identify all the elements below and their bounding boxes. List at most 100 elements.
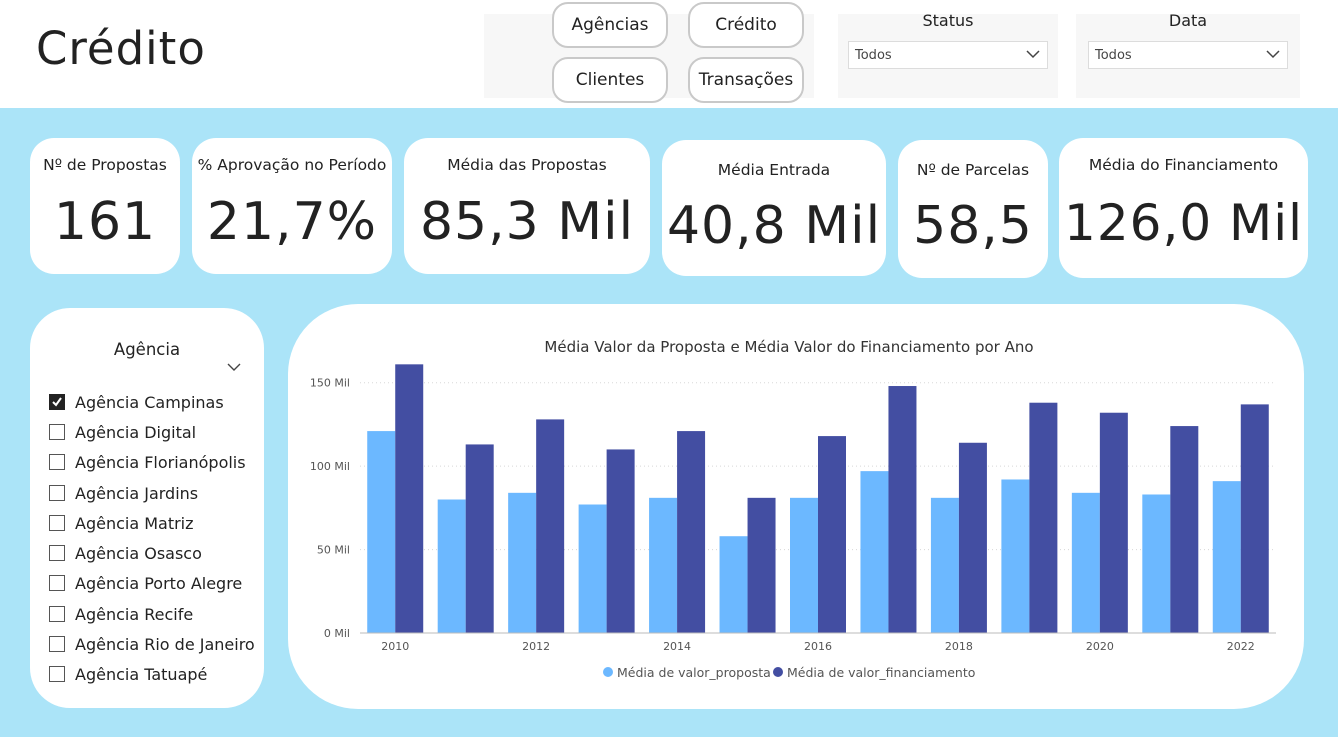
bar-financiamento[interactable] (677, 431, 706, 633)
kpi-value: 85,3 Mil (419, 192, 635, 252)
x-tick-label: 2010 (381, 640, 409, 653)
bar-proposta[interactable] (508, 492, 537, 633)
bar-financiamento[interactable] (1029, 402, 1058, 633)
bar-financiamento[interactable] (958, 442, 987, 633)
agency-option[interactable]: Agência Digital (49, 421, 196, 443)
legend-swatch (773, 667, 783, 677)
status-dropdown[interactable]: Todos (848, 41, 1048, 69)
x-tick-label: 2014 (663, 640, 691, 653)
agency-option-label: Agência Porto Alegre (75, 573, 243, 593)
bar-financiamento[interactable] (818, 436, 846, 633)
kpi-value: 126,0 Mil (1064, 194, 1303, 252)
kpi-card-aprovacao: % Aprovação no Período 21,7% (192, 138, 392, 274)
legend-label[interactable]: Média de valor_proposta (617, 665, 771, 680)
checkbox[interactable] (49, 515, 65, 531)
bar-proposta[interactable] (930, 497, 959, 633)
chevron-down-icon (1026, 50, 1040, 59)
agency-slicer: Agência Agência Campinas Agência Digital A… (30, 308, 264, 708)
agency-option-label: Agência Jardins (75, 483, 199, 503)
bar-financiamento[interactable] (395, 364, 424, 633)
top-bar: Crédito Agências Crédito Clientes Transa… (0, 0, 1338, 108)
legend-swatch (603, 667, 613, 677)
bar-proposta[interactable] (719, 536, 748, 633)
kpi-value: 40,8 Mil (666, 196, 882, 256)
kpi-value: 21,7% (206, 192, 378, 252)
y-tick-label: 0 Mil (324, 627, 350, 640)
status-filter-label: Status (922, 11, 974, 30)
agency-option-label: Agência Digital (75, 422, 197, 442)
bar-financiamento[interactable] (1240, 404, 1269, 633)
kpi-label: Nº de Propostas (43, 156, 167, 174)
agency-option[interactable]: Agência Osasco (49, 542, 202, 564)
x-tick-label: 2020 (1086, 640, 1114, 653)
bar-financiamento[interactable] (606, 449, 635, 633)
x-tick-label: 2016 (804, 640, 832, 653)
kpi-label: Média das Propostas (447, 156, 607, 174)
checkbox[interactable] (49, 636, 65, 652)
agency-option[interactable]: Agência Porto Alegre (49, 572, 242, 594)
x-tick-label: 2012 (522, 640, 550, 653)
bar-proposta[interactable] (578, 504, 607, 633)
kpi-label: Média do Financiamento (1088, 156, 1279, 174)
agency-option[interactable]: Agência Recife (49, 603, 193, 625)
agency-option[interactable]: Agência Campinas (49, 391, 224, 413)
bar-proposta[interactable] (649, 497, 678, 633)
agencias-button[interactable]: Agências (552, 2, 668, 48)
bar-proposta[interactable] (437, 499, 466, 634)
page-title: Crédito (36, 22, 206, 75)
legend-label[interactable]: Média de valor_financiamento (787, 665, 975, 680)
agency-option-label: Agência Campinas (75, 392, 224, 412)
kpi-card-media-financiamento: Média do Financiamento 126,0 Mil (1059, 138, 1308, 278)
kpi-card-propostas: Nº de Propostas 161 (30, 138, 180, 274)
bar-financiamento[interactable] (888, 386, 917, 633)
agency-option-label: Agência Osasco (75, 543, 202, 563)
bar-proposta[interactable] (790, 497, 818, 633)
bar-proposta[interactable] (1001, 479, 1030, 633)
checkbox[interactable] (49, 545, 65, 561)
bar-chart: Média Valor da Proposta e Média Valor do… (310, 338, 1276, 680)
agency-option-label: Agência Florianópolis (75, 452, 246, 472)
agency-option[interactable]: Agência Jardins (49, 482, 198, 504)
checkbox[interactable] (49, 666, 65, 682)
chevron-down-icon[interactable] (227, 360, 241, 374)
agency-option-label: Agência Rio de Janeiro (75, 634, 255, 654)
bar-financiamento[interactable] (536, 419, 565, 633)
bar-proposta[interactable] (1142, 494, 1171, 633)
bar-financiamento[interactable] (1099, 412, 1128, 633)
agency-option[interactable]: Agência Rio de Janeiro (49, 633, 255, 655)
checkbox[interactable] (49, 424, 65, 440)
bar-financiamento[interactable] (747, 497, 776, 633)
x-tick-label: 2018 (945, 640, 973, 653)
bar-proposta[interactable] (367, 431, 396, 633)
bar-proposta[interactable] (1212, 481, 1241, 633)
credito-button[interactable]: Crédito (688, 2, 804, 48)
checkbox[interactable] (49, 575, 65, 591)
kpi-label: Média Entrada (717, 161, 831, 179)
agency-option-label: Agência Matriz (75, 513, 194, 533)
bar-financiamento[interactable] (1170, 426, 1199, 633)
bar-financiamento[interactable] (465, 444, 494, 633)
chart-card: Média Valor da Proposta e Média Valor do… (288, 304, 1304, 709)
checkbox[interactable] (49, 454, 65, 470)
bar-proposta[interactable] (860, 471, 889, 633)
clientes-button[interactable]: Clientes (552, 57, 668, 103)
checkbox-checked[interactable] (49, 394, 65, 410)
bar-proposta[interactable] (1071, 492, 1100, 633)
agency-option[interactable]: Agência Florianópolis (49, 451, 246, 473)
kpi-card-media-entrada: Média Entrada 40,8 Mil (662, 140, 886, 276)
kpi-card-parcelas: Nº de Parcelas 58,5 (898, 140, 1048, 278)
agency-option[interactable]: Agência Tatuapé (49, 663, 207, 685)
date-dropdown[interactable]: Todos (1088, 41, 1288, 69)
y-tick-label: 150 Mil (310, 377, 350, 390)
kpi-label: Nº de Parcelas (916, 161, 1030, 179)
agency-option-label: Agência Tatuapé (75, 664, 208, 684)
transacoes-button[interactable]: Transações (688, 57, 804, 103)
kpi-value: 58,5 (913, 196, 1033, 256)
agency-slicer-title: Agência (113, 340, 181, 359)
checkbox[interactable] (49, 606, 65, 622)
kpi-label: % Aprovação no Período (197, 156, 387, 174)
agency-option-label: Agência Recife (75, 604, 194, 624)
x-tick-label: 2022 (1227, 640, 1255, 653)
agency-option[interactable]: Agência Matriz (49, 512, 194, 534)
checkbox[interactable] (49, 485, 65, 501)
